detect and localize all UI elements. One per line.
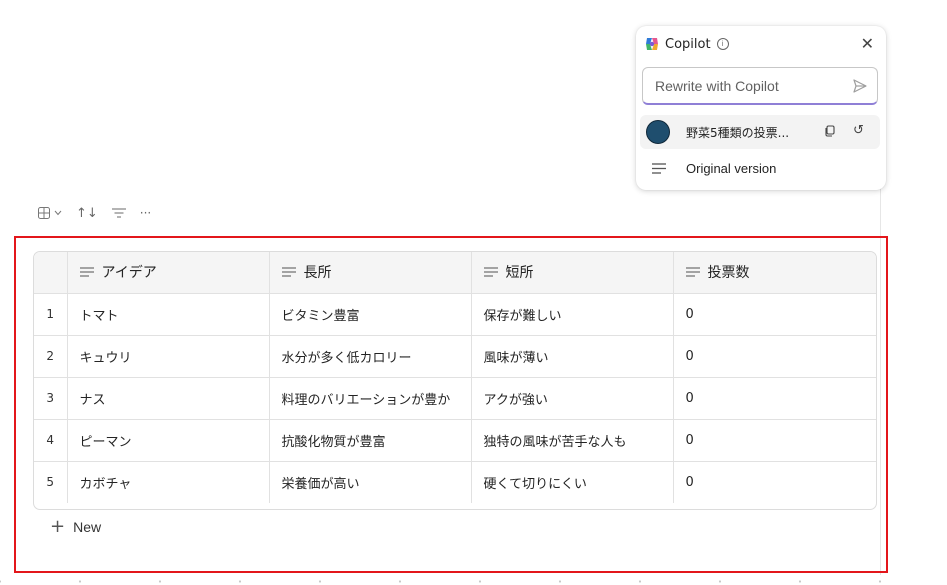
table-cell-idea[interactable]: ナス	[67, 377, 270, 420]
table-cell-pros[interactable]: ビタミン豊富	[269, 293, 472, 336]
table-row: 5 カボチャ 栄養価が高い 硬くて切りにくい 0	[34, 461, 876, 503]
info-icon[interactable]: i	[716, 38, 729, 50]
text-lines-icon	[79, 267, 94, 277]
table-cell-cons[interactable]: 保存が難しい	[471, 293, 674, 336]
text-lines-icon	[685, 267, 700, 277]
version-label: 野菜5種類の投票...	[686, 126, 790, 140]
table-cell-pros[interactable]: 料理のバリエーションが豊か	[269, 377, 472, 420]
column-header-label: アイデア	[101, 265, 157, 282]
table-row: 1 トマト ビタミン豊富 保存が難しい 0	[34, 293, 876, 336]
table-row: 2 キュウリ 水分が多く低カロリー 風味が薄い 0	[34, 335, 876, 378]
table-row: 3 ナス 料理のバリエーションが豊か アクが強い 0	[34, 377, 876, 420]
sort-button[interactable]: ↑↓	[76, 206, 98, 221]
bottom-strip	[0, 578, 947, 585]
filter-button[interactable]	[111, 208, 126, 218]
column-header-label: 投票数	[707, 265, 750, 282]
table-cell-idea[interactable]: カボチャ	[67, 461, 270, 503]
page-canvas: Copilot i ✕ 野菜5種類の投票... ↺	[0, 0, 947, 585]
chevron-down-icon	[54, 210, 62, 216]
row-number: 1	[34, 293, 68, 336]
table-cell-votes[interactable]: 0	[673, 335, 876, 378]
undo-icon[interactable]: ↺	[853, 123, 864, 138]
column-header-pros[interactable]: 長所	[269, 252, 472, 294]
column-header-idea[interactable]: アイデア	[67, 252, 270, 294]
row-number: 4	[34, 419, 68, 462]
avatar	[646, 120, 670, 144]
table-cell-cons[interactable]: アクが強い	[471, 377, 674, 420]
row-number: 3	[34, 377, 68, 420]
table-cell-idea[interactable]: キュウリ	[67, 335, 270, 378]
row-number: 2	[34, 335, 68, 378]
table-cell-votes[interactable]: 0	[673, 293, 876, 336]
column-header-cons[interactable]: 短所	[471, 252, 674, 294]
close-icon[interactable]: ✕	[861, 35, 874, 53]
header-row: アイデア 長所 短所 投票数	[34, 252, 876, 294]
sort-icon: ↑↓	[76, 205, 98, 221]
new-row-label: New	[73, 519, 102, 535]
table-cell-votes[interactable]: 0	[673, 419, 876, 462]
text-lines-icon	[281, 267, 296, 277]
view-switcher[interactable]	[38, 207, 62, 219]
table-cell-idea[interactable]: トマト	[67, 293, 270, 336]
rewrite-box	[642, 67, 878, 105]
filter-icon	[111, 208, 126, 218]
data-table: アイデア 長所 短所 投票数 1 トマト ビタミン豊富 保存が難しい 0 2 キ…	[33, 251, 877, 510]
table-view-icon	[38, 207, 50, 219]
copilot-logo-icon	[646, 38, 658, 50]
table-cell-cons[interactable]: 風味が薄い	[471, 335, 674, 378]
copy-icon[interactable]	[824, 125, 836, 137]
column-header-votes[interactable]: 投票数	[673, 252, 876, 294]
original-version-label: Original version	[686, 161, 777, 176]
copilot-header: Copilot i ✕	[644, 34, 878, 54]
add-new-row-button[interactable]: + New	[50, 517, 101, 537]
original-version-item[interactable]: Original version	[640, 157, 880, 181]
table-row: 4 ピーマン 抗酸化物質が豊富 独特の風味が苦手な人も 0	[34, 419, 876, 462]
column-header-label: 長所	[303, 265, 332, 282]
column-header-label: 短所	[505, 265, 534, 282]
plus-icon: +	[50, 516, 66, 537]
table-cell-pros[interactable]: 栄養価が高い	[269, 461, 472, 503]
table-grid: アイデア 長所 短所 投票数 1 トマト ビタミン豊富 保存が難しい 0 2 キ…	[34, 252, 876, 503]
row-number: 5	[34, 461, 68, 503]
table-cell-pros[interactable]: 水分が多く低カロリー	[269, 335, 472, 378]
table-cell-idea[interactable]: ピーマン	[67, 419, 270, 462]
rewrite-input[interactable]	[643, 68, 855, 103]
send-icon[interactable]	[851, 77, 869, 95]
row-number-header	[34, 252, 68, 294]
copilot-title: Copilot	[665, 36, 711, 52]
table-toolbar: ↑↓ ···	[38, 204, 165, 222]
table-cell-votes[interactable]: 0	[673, 377, 876, 420]
text-lines-icon	[652, 163, 666, 174]
table-cell-votes[interactable]: 0	[673, 461, 876, 503]
more-options-button[interactable]: ···	[140, 206, 151, 220]
table-cell-pros[interactable]: 抗酸化物質が豊富	[269, 419, 472, 462]
table-cell-cons[interactable]: 硬くて切りにくい	[471, 461, 674, 503]
version-item[interactable]: 野菜5種類の投票... ↺	[640, 115, 880, 149]
text-lines-icon	[483, 267, 498, 277]
table-cell-cons[interactable]: 独特の風味が苦手な人も	[471, 419, 674, 462]
copilot-card: Copilot i ✕ 野菜5種類の投票... ↺	[636, 26, 886, 190]
